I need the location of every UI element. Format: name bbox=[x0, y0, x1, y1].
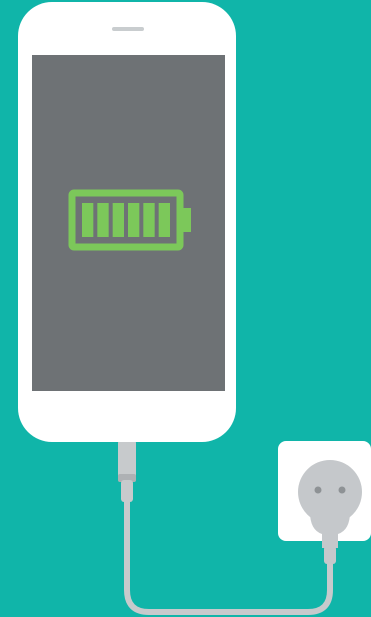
battery-segment bbox=[128, 203, 140, 237]
battery-segment bbox=[82, 203, 94, 237]
phone-speaker bbox=[112, 27, 144, 31]
battery-segment bbox=[97, 203, 109, 237]
cable-strain-relief bbox=[121, 480, 133, 502]
battery-segment bbox=[143, 203, 155, 237]
battery-segment bbox=[112, 203, 124, 237]
plug-neck bbox=[324, 546, 336, 564]
battery-segment bbox=[158, 203, 170, 237]
plug-pin-right bbox=[338, 486, 346, 494]
smartphone bbox=[18, 2, 236, 442]
illustration-canvas bbox=[0, 0, 371, 617]
charging-illustration bbox=[0, 0, 371, 617]
battery-terminal bbox=[181, 208, 191, 232]
plug-pin-left bbox=[314, 486, 322, 494]
